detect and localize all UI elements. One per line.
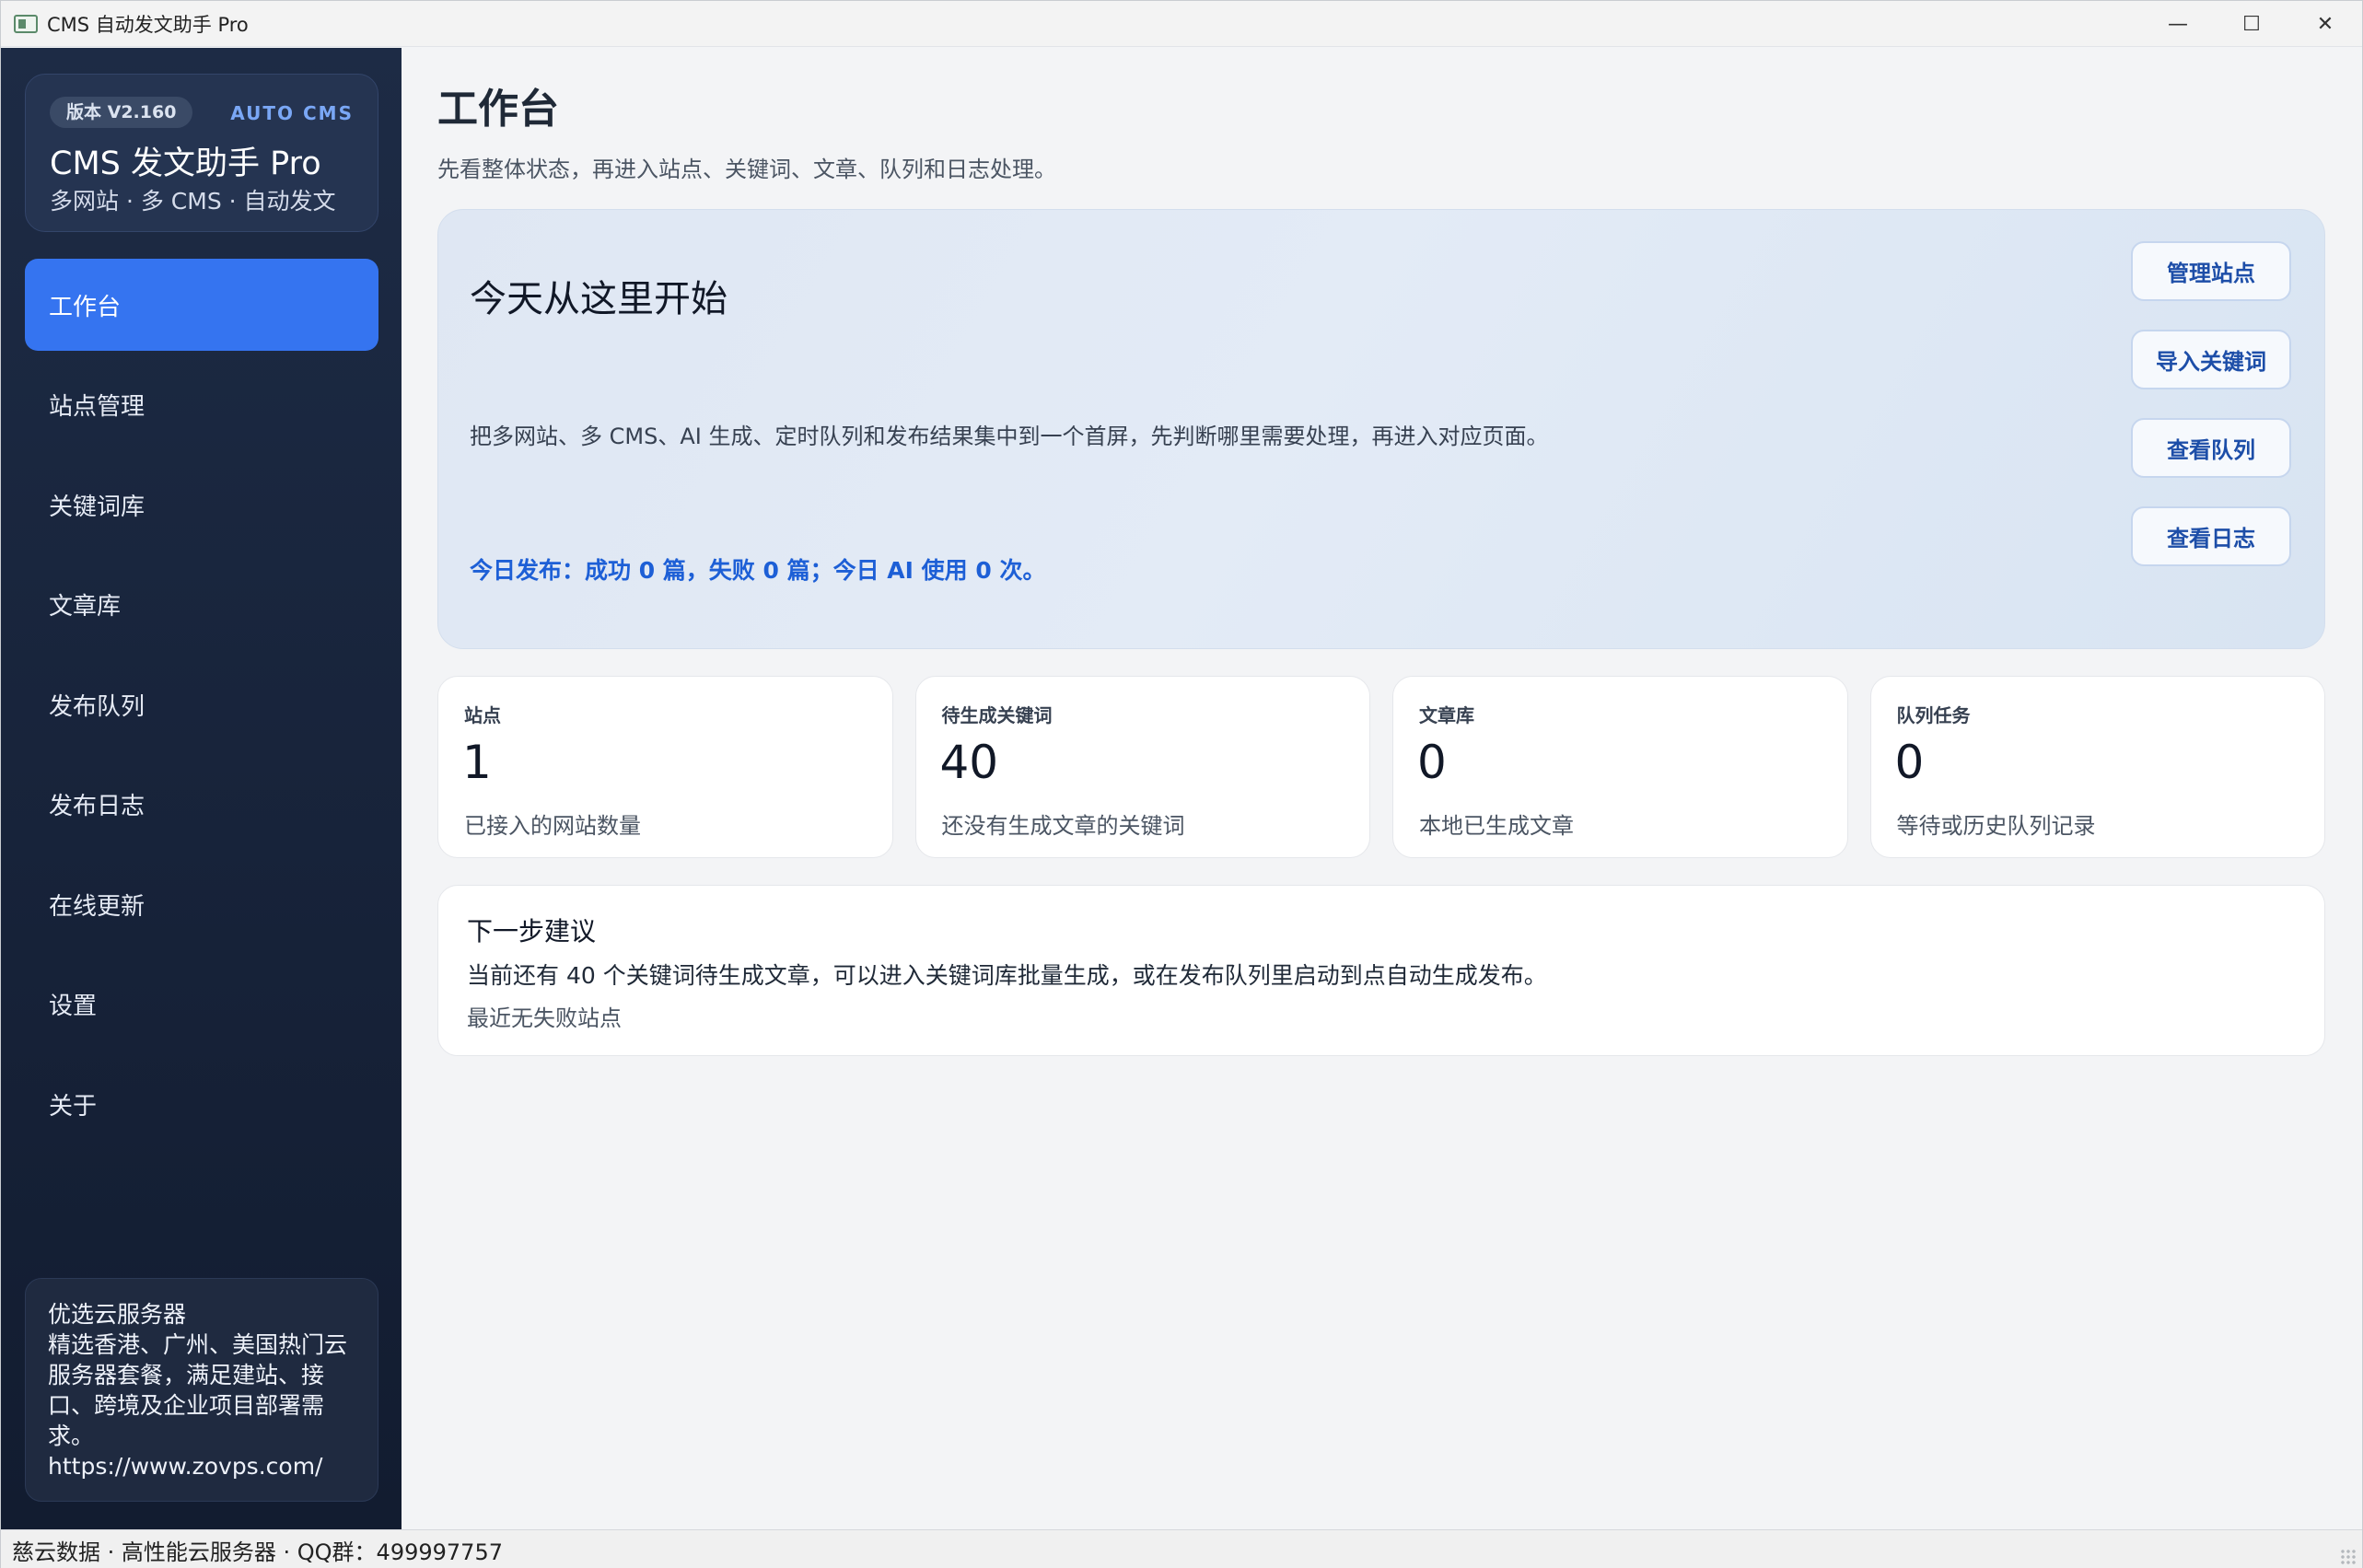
app-tagline: 多网站 · 多 CMS · 自动发文 — [50, 188, 336, 215]
ad-link[interactable]: https://www.zovps.com/ — [48, 1451, 355, 1481]
next-steps-title: 下一步建议 — [467, 916, 597, 947]
ad-card[interactable]: 优选云服务器 精选香港、广州、美国热门云服务器套餐，满足建站、接口、跨境及企业项… — [25, 1278, 378, 1502]
app-name: CMS 发文助手 Pro — [50, 145, 321, 182]
status-bar: 慈云数据 · 高性能云服务器 · QQ群：499997757 — [1, 1529, 2362, 1568]
sidebar: 版本 V2.160 AUTO CMS CMS 发文助手 Pro 多网站 · 多 … — [1, 48, 402, 1529]
sidebar-item-publish-queue[interactable]: 发布队列 — [25, 658, 378, 750]
status-text: 慈云数据 · 高性能云服务器 · QQ群：499997757 — [12, 1539, 503, 1565]
sidebar-item-publish-log[interactable]: 发布日志 — [25, 759, 378, 851]
main-content: 工作台 先看整体状态，再进入站点、关键词、文章、队列和日志处理。 今天从这里开始… — [402, 48, 2363, 1529]
stat-label: 待生成关键词 — [941, 704, 1053, 726]
view-queue-button[interactable]: 查看队列 — [2131, 418, 2291, 478]
sidebar-item-about[interactable]: 关于 — [25, 1058, 378, 1150]
ad-body: 精选香港、广州、美国热门云服务器套餐，满足建站、接口、跨境及企业项目部署需求。 — [48, 1331, 348, 1449]
minimize-button[interactable]: — — [2141, 1, 2215, 47]
stat-value: 0 — [1894, 736, 1925, 789]
ad-title: 优选云服务器 — [48, 1301, 187, 1328]
stat-label: 队列任务 — [1896, 704, 1971, 726]
stat-label: 文章库 — [1419, 704, 1474, 726]
sidebar-nav: 工作台 站点管理 关键词库 文章库 发布队列 发布日志 在线更新 设置 关于 — [25, 259, 378, 1158]
version-badge: 版本 V2.160 — [50, 97, 193, 128]
page-title: 工作台 — [437, 86, 559, 133]
next-steps-footer: 最近无失败站点 — [467, 1005, 622, 1031]
stat-description: 已接入的网站数量 — [464, 813, 641, 839]
app-icon — [14, 14, 38, 33]
page-subtitle: 先看整体状态，再进入站点、关键词、文章、队列和日志处理。 — [437, 157, 1056, 182]
today-publish-status: 今日发布：成功 0 篇，失败 0 篇；今日 AI 使用 0 次。 — [470, 557, 1046, 584]
stat-description: 还没有生成文章的关键词 — [941, 813, 1185, 839]
sidebar-item-settings[interactable]: 设置 — [25, 958, 378, 1051]
hero-description: 把多网站、多 CMS、AI 生成、定时队列和发布结果集中到一个首屏，先判断哪里需… — [470, 424, 1549, 449]
app-window: CMS 自动发文助手 Pro — ☐ ✕ 版本 V2.160 AUTO CMS … — [0, 0, 2363, 1568]
resize-grip-icon[interactable] — [2340, 1549, 2357, 1565]
sidebar-item-sites[interactable]: 站点管理 — [25, 359, 378, 451]
auto-cms-tag: AUTO CMS — [230, 102, 354, 124]
stat-card-articles: 文章库 0 本地已生成文章 — [1392, 676, 1848, 858]
stat-card-pending-keywords: 待生成关键词 40 还没有生成文章的关键词 — [914, 676, 1370, 858]
stat-card-sites: 站点 1 已接入的网站数量 — [437, 676, 893, 858]
stat-cards: 站点 1 已接入的网站数量 待生成关键词 40 还没有生成文章的关键词 文章库 … — [437, 676, 2325, 858]
stat-value: 40 — [939, 736, 999, 789]
hero-panel: 今天从这里开始 把多网站、多 CMS、AI 生成、定时队列和发布结果集中到一个首… — [437, 209, 2325, 649]
stat-value: 1 — [462, 736, 492, 789]
stat-label: 站点 — [464, 704, 501, 726]
hero-title: 今天从这里开始 — [470, 278, 728, 320]
brand-card: 版本 V2.160 AUTO CMS CMS 发文助手 Pro 多网站 · 多 … — [25, 74, 378, 232]
close-button[interactable]: ✕ — [2288, 1, 2362, 47]
window-controls: — ☐ ✕ — [2141, 1, 2362, 47]
stat-description: 本地已生成文章 — [1419, 813, 1574, 839]
next-steps-suggestion: 当前还有 40 个关键词待生成文章，可以进入关键词库批量生成，或在发布队列里启动… — [467, 962, 1547, 989]
sidebar-item-articles[interactable]: 文章库 — [25, 559, 378, 651]
hero-actions: 管理站点 导入关键词 查看队列 查看日志 — [2131, 241, 2291, 595]
manage-sites-button[interactable]: 管理站点 — [2131, 241, 2291, 301]
sidebar-item-dashboard[interactable]: 工作台 — [25, 259, 378, 351]
sidebar-item-keywords[interactable]: 关键词库 — [25, 459, 378, 551]
maximize-button[interactable]: ☐ — [2215, 1, 2288, 47]
view-log-button[interactable]: 查看日志 — [2131, 506, 2291, 566]
window-title: CMS 自动发文助手 Pro — [47, 13, 249, 36]
import-keywords-button[interactable]: 导入关键词 — [2131, 330, 2291, 389]
title-bar[interactable]: CMS 自动发文助手 Pro — ☐ ✕ — [1, 1, 2362, 47]
stat-value: 0 — [1417, 736, 1447, 789]
sidebar-item-online-update[interactable]: 在线更新 — [25, 858, 378, 950]
stat-card-queue: 队列任务 0 等待或历史队列记录 — [1869, 676, 2325, 858]
stat-description: 等待或历史队列记录 — [1896, 813, 2096, 839]
next-steps-card: 下一步建议 当前还有 40 个关键词待生成文章，可以进入关键词库批量生成，或在发… — [437, 885, 2325, 1056]
